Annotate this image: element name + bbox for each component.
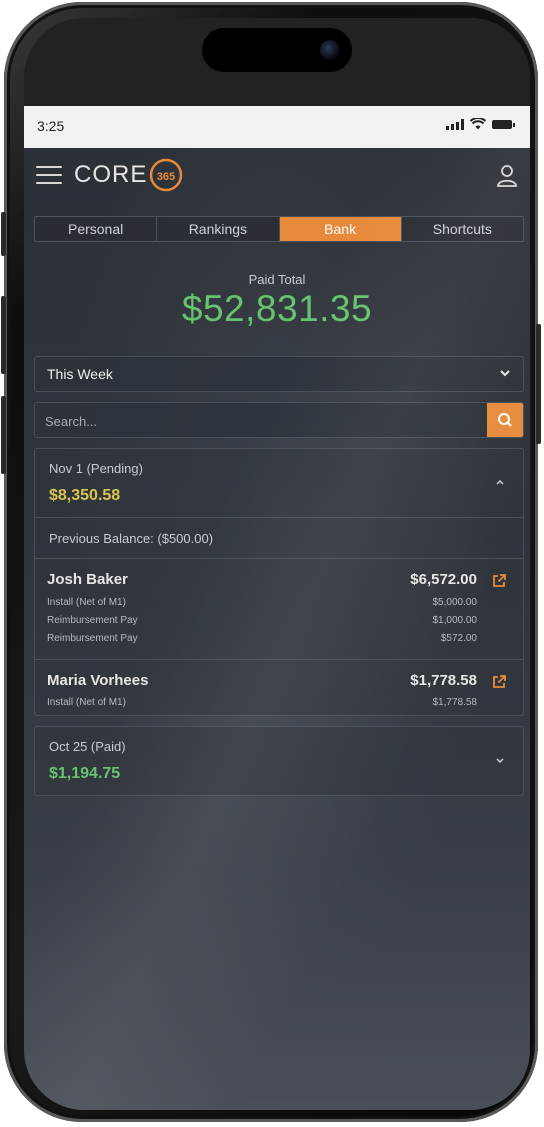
payout-amount: $8,350.58 [49, 487, 121, 504]
entry-line-label: Reimbursement Pay [47, 633, 138, 644]
power-button [536, 324, 541, 444]
signal-icon [446, 118, 464, 130]
entry-line-label: Reimbursement Pay [47, 615, 138, 626]
entry-line-label: Install (Net of M1) [47, 697, 126, 708]
payout-card[interactable]: Oct 25 (Paid) $1,194.75 [34, 726, 524, 796]
payout-entry: Josh Baker $6,572.00 Install (Net of M1)… [35, 559, 523, 659]
payout-card-header[interactable]: Oct 25 (Paid) $1,194.75 [35, 727, 523, 795]
tab-bank[interactable]: Bank [279, 217, 402, 241]
period-select-value: This Week [47, 366, 113, 382]
status-bar: 3:25 [24, 106, 530, 148]
external-link-icon[interactable] [491, 674, 507, 690]
payout-date: Oct 25 (Paid) [49, 739, 126, 754]
entry-line-value: $1,778.58 [432, 697, 478, 708]
paid-total-label: Paid Total [248, 272, 306, 287]
app-view: CORE 365 Personal Rankings Bank Shortcut… [24, 148, 530, 1110]
paid-total-value: $52,831.35 [181, 288, 373, 329]
payout-amount: $1,194.75 [49, 765, 121, 782]
phone-frame: 3:25 CORE 365 Personal Rankings Bank Sho… [1, 2, 541, 1122]
entry-name: Maria Vorhees [47, 672, 149, 689]
screen: 3:25 CORE 365 Personal Rankings Bank Sho… [24, 18, 530, 1110]
volume-up-button [1, 296, 6, 374]
search-button[interactable] [487, 403, 523, 437]
chevron-down-icon [500, 370, 510, 377]
logo-text: CORE [74, 161, 148, 188]
search-bar [34, 402, 524, 438]
tab-shortcuts[interactable]: Shortcuts [401, 217, 523, 241]
payout-card: Nov 1 (Pending) $8,350.58 Previous Balan… [34, 448, 524, 716]
app-header: CORE 365 [24, 148, 530, 204]
tab-bar: Personal Rankings Bank Shortcuts [34, 216, 524, 242]
status-time: 3:25 [37, 118, 65, 134]
wifi-icon [470, 118, 486, 130]
status-icons [446, 118, 515, 130]
search-icon [498, 413, 512, 427]
entry-line-label: Install (Net of M1) [47, 597, 126, 608]
logo: CORE 365 [74, 158, 183, 192]
tab-personal[interactable]: Personal [35, 217, 158, 241]
entry-total: $6,572.00 [410, 571, 477, 588]
chevron-down-icon[interactable] [495, 755, 505, 765]
camera-icon [320, 40, 340, 60]
tab-rankings[interactable]: Rankings [157, 217, 280, 241]
entry-line-value: $1,000.00 [432, 615, 478, 626]
battery-icon [492, 119, 515, 129]
menu-icon[interactable] [36, 166, 62, 184]
payout-entry: Maria Vorhees $1,778.58 Install (Net of … [35, 660, 523, 716]
entry-line-value: $5,000.00 [432, 597, 478, 608]
svg-text:365: 365 [157, 171, 175, 183]
search-input[interactable] [35, 403, 487, 437]
payout-date: Nov 1 (Pending) [49, 461, 143, 476]
payout-card-header[interactable]: Nov 1 (Pending) $8,350.58 [35, 449, 523, 517]
entry-line-value: $572.00 [440, 633, 477, 644]
screen-top-bezel [24, 18, 530, 106]
chevron-up-icon[interactable] [495, 477, 505, 487]
previous-balance-row: Previous Balance: ($500.00) [35, 518, 523, 558]
volume-down-button [1, 396, 6, 474]
side-button [1, 212, 6, 256]
period-select[interactable]: This Week [34, 356, 524, 392]
entry-name: Josh Baker [47, 571, 128, 588]
previous-balance: Previous Balance: ($500.00) [49, 531, 214, 546]
logo-badge-icon: 365 [150, 158, 183, 192]
external-link-icon[interactable] [491, 573, 507, 589]
user-profile-icon[interactable] [496, 164, 518, 188]
dynamic-island [202, 28, 352, 72]
entry-total: $1,778.58 [410, 672, 477, 689]
